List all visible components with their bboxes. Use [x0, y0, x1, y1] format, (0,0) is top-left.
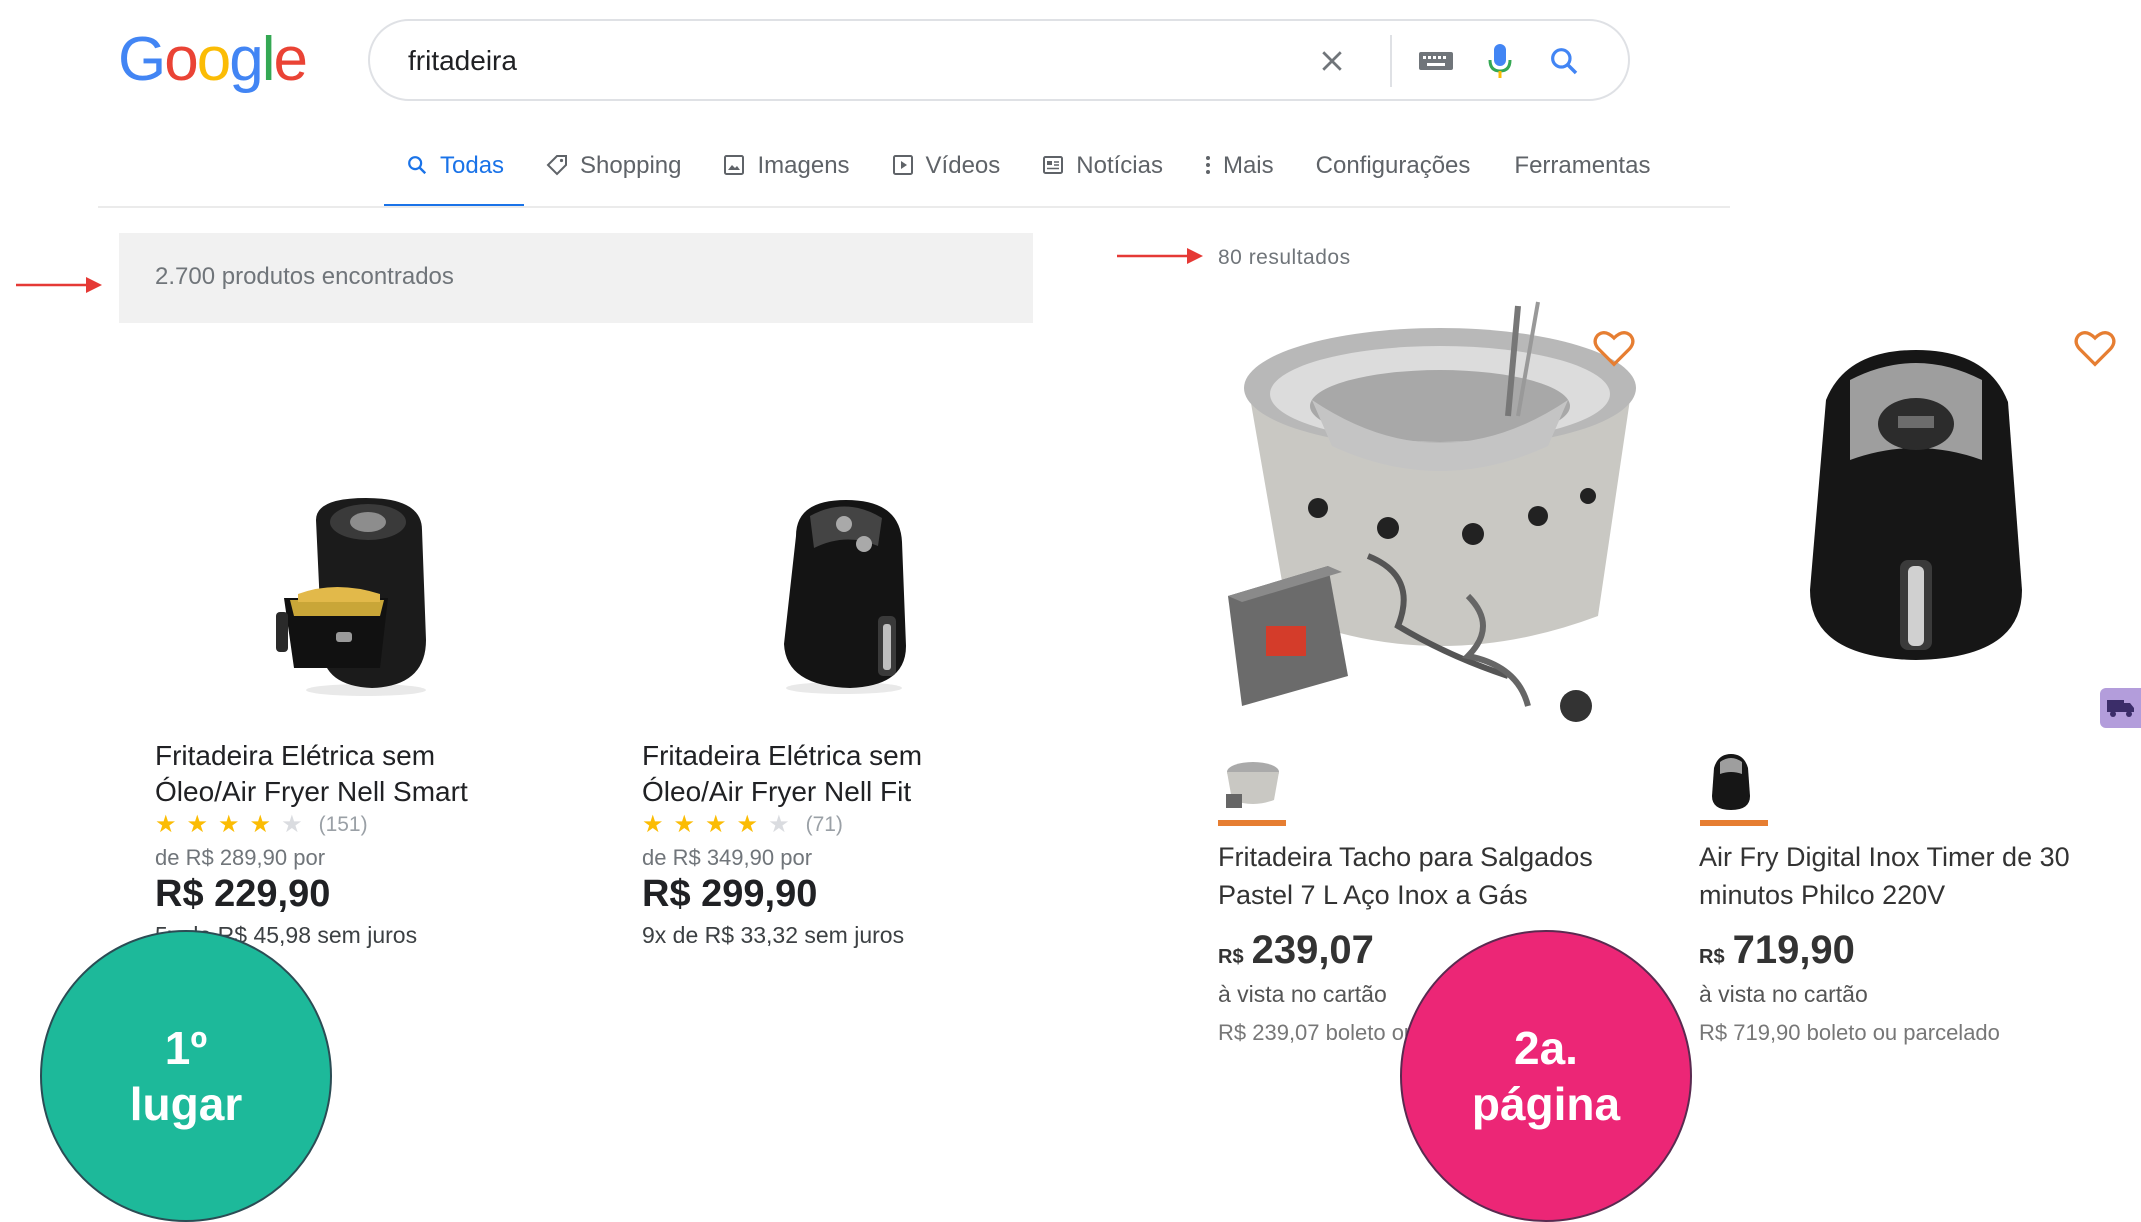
rating-row: ★★★★★ (71)	[642, 810, 1042, 839]
review-count: (151)	[318, 812, 368, 836]
price-row: R$ 719,90	[1699, 928, 2139, 973]
tab-label: Mais	[1222, 152, 1274, 179]
payment-method: à vista no cartão	[1699, 981, 1868, 1007]
product-title[interactable]: Fritadeira Elétrica sem Óleo/Air Fryer N…	[155, 738, 555, 810]
product-title[interactable]: Fritadeira Tacho para Salgados Pastel 7 …	[1218, 838, 1658, 914]
news-icon	[1040, 152, 1066, 178]
rating-row: ★★★★★ (151)	[155, 810, 555, 839]
arrow-annotation-left	[16, 277, 102, 293]
products-count-bar: 2.700 produtos encontrados	[119, 233, 1033, 323]
product-thumbnail-philco[interactable]	[1706, 752, 1756, 812]
product-image-air-fryer-smart[interactable]	[276, 490, 436, 700]
tab-label: Imagens	[757, 152, 850, 179]
tabs-divider	[98, 206, 1730, 208]
product-card-1[interactable]: Fritadeira Elétrica sem Óleo/Air Fryer N…	[155, 738, 555, 949]
product-card-2[interactable]: Fritadeira Elétrica sem Óleo/Air Fryer N…	[642, 738, 1042, 949]
favorite-heart-icon[interactable]	[1592, 328, 1636, 368]
currency-label: R$	[1699, 946, 1725, 968]
tab-mais[interactable]: Mais	[1183, 142, 1294, 208]
results-count: 80 resultados	[1218, 246, 1351, 269]
selected-thumbnail-indicator	[1700, 820, 1768, 826]
selected-thumbnail-indicator	[1218, 820, 1286, 826]
tab-noticias[interactable]: Notícias	[1020, 142, 1183, 208]
currency-label: R$	[1218, 946, 1244, 968]
second-page-badge: 2a. página	[1400, 930, 1692, 1222]
keyboard-icon[interactable]	[1416, 41, 1456, 81]
search-icon	[404, 152, 430, 178]
alt-payment: R$ 719,90 boleto ou parcelado	[1699, 1020, 2000, 1045]
badge-line-2: página	[1471, 1078, 1621, 1130]
store-product-card-2[interactable]: Air Fry Digital Inox Timer de 30 minutos…	[1699, 838, 2139, 1046]
badge-line-1: 1º	[164, 1022, 208, 1074]
image-icon	[721, 152, 747, 178]
price: 719,90	[1732, 928, 1855, 972]
microphone-icon[interactable]	[1480, 41, 1520, 81]
product-image-air-fryer-fit[interactable]	[766, 496, 916, 696]
tab-shopping[interactable]: Shopping	[524, 142, 701, 208]
tab-label: Ferramentas	[1514, 152, 1651, 179]
price: R$ 229,90	[155, 873, 331, 915]
tab-configuracoes[interactable]: Configurações	[1294, 142, 1493, 208]
old-price: de R$ 289,90 por	[155, 845, 326, 870]
tab-label: Vídeos	[925, 152, 1001, 179]
more-vertical-icon	[1203, 152, 1213, 178]
tab-videos[interactable]: Vídeos	[870, 142, 1021, 208]
tab-label: Configurações	[1315, 152, 1471, 179]
old-price: de R$ 349,90 por	[642, 845, 813, 870]
favorite-heart-icon[interactable]	[2073, 328, 2117, 368]
truck-icon	[2107, 700, 2134, 717]
installments: 9x de R$ 33,32 sem juros	[642, 922, 905, 948]
search-icon[interactable]	[1544, 41, 1584, 81]
video-icon	[890, 152, 916, 178]
first-place-badge: 1º lugar	[40, 930, 332, 1222]
review-count: (71)	[805, 812, 843, 836]
product-thumbnail-tacho[interactable]	[1220, 750, 1286, 816]
tab-todas[interactable]: Todas	[384, 142, 525, 208]
products-count: 2.700 produtos encontrados	[155, 263, 454, 290]
product-title[interactable]: Fritadeira Elétrica sem Óleo/Air Fryer N…	[642, 738, 1042, 810]
shipping-tab[interactable]	[2100, 688, 2141, 728]
star-rating-icon: ★★★★★	[155, 811, 313, 838]
clear-icon[interactable]	[1312, 41, 1352, 81]
arrow-annotation-right	[1117, 248, 1203, 264]
tab-label: Todas	[440, 152, 505, 179]
search-tabs: Todas Shopping Imagens Vídeos Notícias M…	[384, 142, 1672, 208]
search-divider	[1390, 35, 1392, 87]
badge-line-2: lugar	[129, 1078, 243, 1130]
tab-ferramentas[interactable]: Ferramentas	[1492, 142, 1672, 208]
google-logo[interactable]: Google	[118, 22, 308, 98]
badge-line-1: 2a.	[1514, 1022, 1578, 1074]
product-title[interactable]: Air Fry Digital Inox Timer de 30 minutos…	[1699, 838, 2139, 914]
product-image-philco[interactable]	[1786, 340, 2046, 680]
tab-label: Shopping	[580, 152, 682, 179]
tab-label: Notícias	[1076, 152, 1163, 179]
price: R$ 299,90	[642, 873, 818, 915]
star-rating-icon: ★★★★★	[642, 811, 800, 838]
search-input[interactable]	[406, 39, 1290, 83]
tab-imagens[interactable]: Imagens	[701, 142, 869, 208]
tag-icon	[544, 152, 570, 178]
search-box	[368, 19, 1630, 101]
price: 239,07	[1251, 928, 1374, 972]
